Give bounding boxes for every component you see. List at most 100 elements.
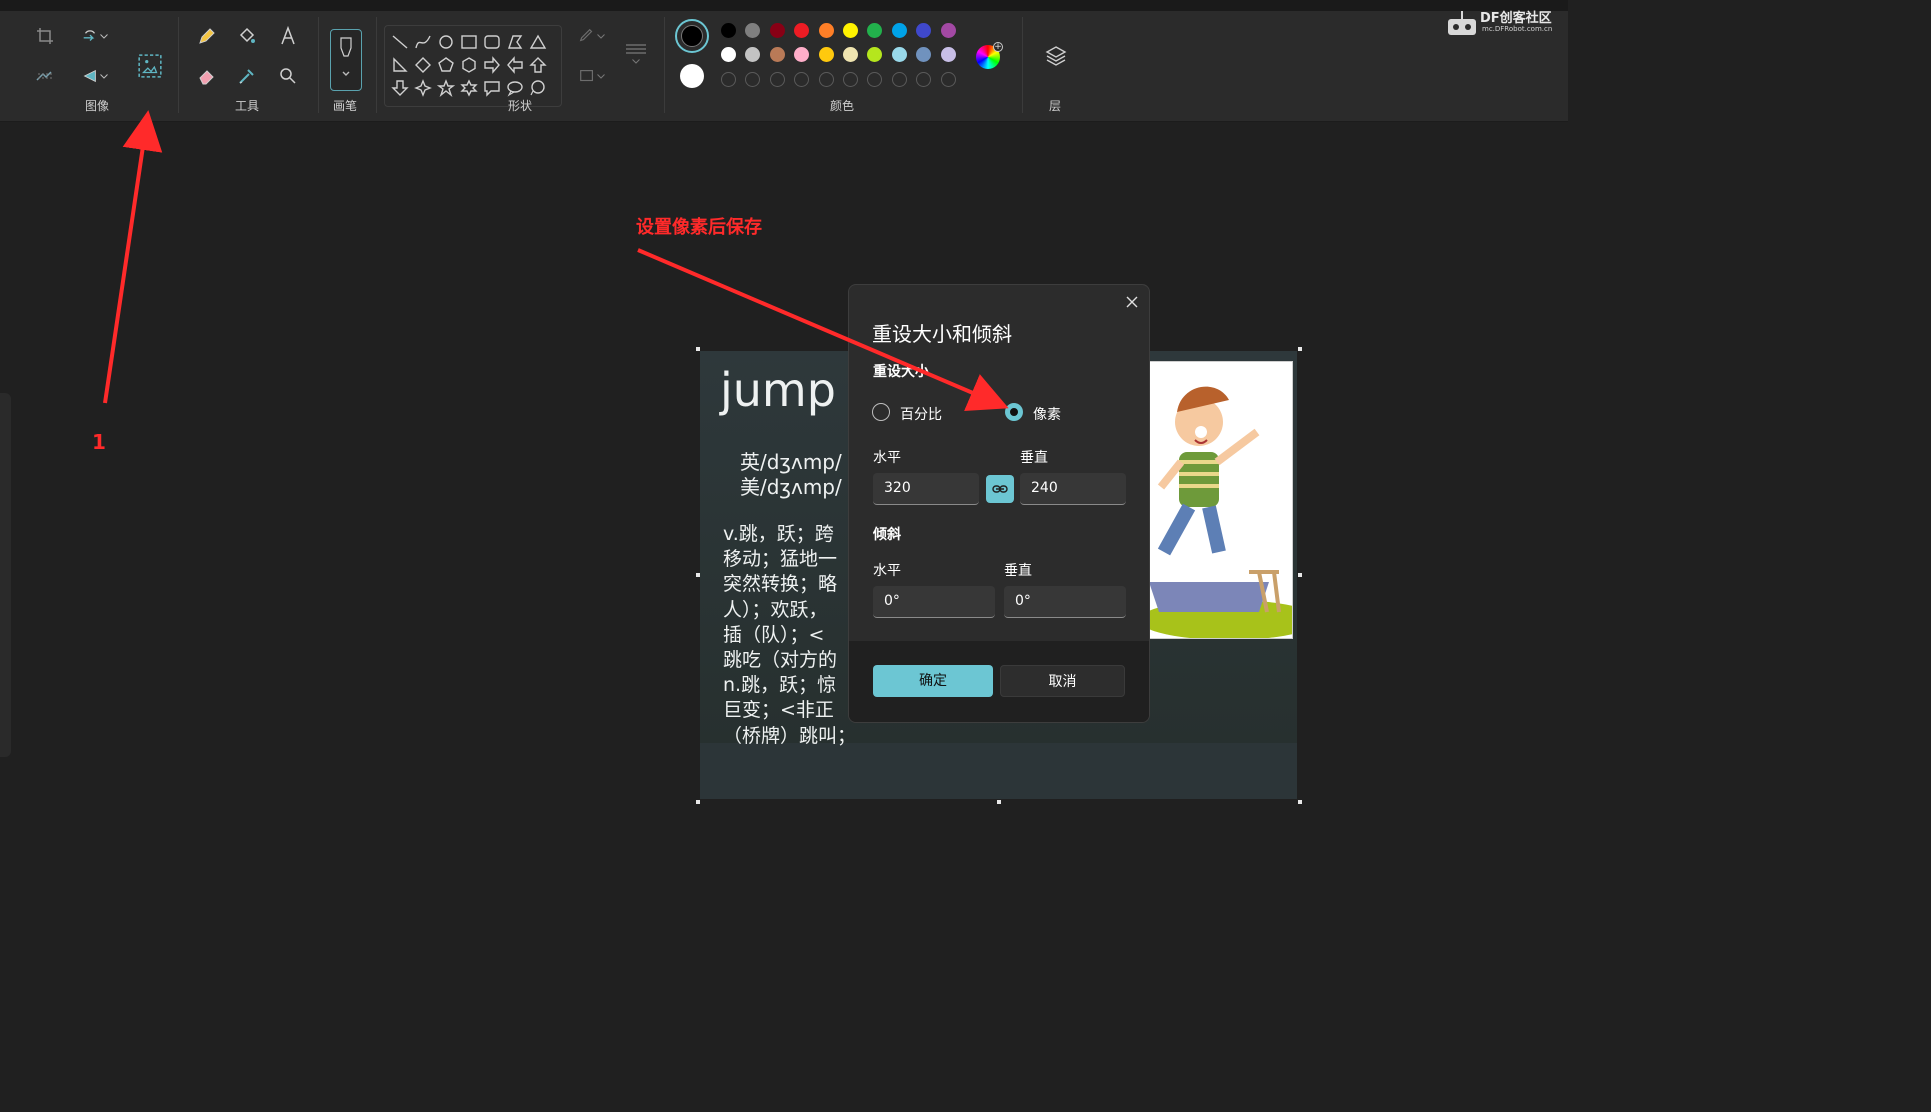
color-picker-icon[interactable] <box>236 65 258 87</box>
skew-horizontal-input[interactable]: 0° <box>873 586 995 618</box>
color-swatch[interactable] <box>818 23 834 38</box>
cloud-callout-shape-icon[interactable] <box>529 79 547 97</box>
pentagon-shape-icon[interactable] <box>437 56 455 74</box>
watermark-brand: DF创客社区 <box>1480 11 1552 26</box>
four-point-star-shape-icon[interactable] <box>414 79 432 97</box>
left-arrow-shape-icon[interactable] <box>506 56 524 74</box>
color-swatch[interactable] <box>721 47 736 62</box>
color-swatch[interactable] <box>843 47 858 62</box>
definition-line: 巨变；<非正 <box>723 699 834 722</box>
eraser-icon[interactable] <box>196 65 218 87</box>
oval-shape-icon[interactable] <box>437 33 455 51</box>
horizontal-label: 水平 <box>873 450 901 466</box>
empty-color-slot[interactable] <box>818 72 834 87</box>
right-triangle-shape-icon[interactable] <box>391 56 409 74</box>
separator <box>178 17 179 113</box>
fill-dropdown[interactable] <box>572 65 612 87</box>
secondary-color-swatch[interactable] <box>680 64 704 88</box>
width-input[interactable]: 320 <box>873 473 979 505</box>
color-swatch[interactable] <box>891 47 907 62</box>
empty-color-slot[interactable] <box>721 72 736 87</box>
color-swatch[interactable] <box>843 23 858 38</box>
color-swatch[interactable] <box>867 47 883 62</box>
pencil-icon[interactable] <box>196 25 218 47</box>
cancel-button[interactable]: 取消 <box>1000 665 1125 697</box>
flip-dropdown[interactable] <box>76 65 114 87</box>
resize-image-icon[interactable] <box>136 51 164 81</box>
window-top-strip <box>0 0 1568 11</box>
outline-dropdown[interactable] <box>572 25 612 47</box>
jumping-boy-illustration <box>1139 361 1297 640</box>
empty-color-slot[interactable] <box>916 72 932 87</box>
resize-handle[interactable] <box>997 800 1001 804</box>
percent-radio-option[interactable]: 百分比 <box>872 401 982 425</box>
empty-color-slot[interactable] <box>745 72 761 87</box>
ok-button[interactable]: 确定 <box>873 665 993 697</box>
layers-icon[interactable] <box>1043 43 1069 69</box>
rotate-dropdown[interactable] <box>76 25 114 47</box>
color-swatch[interactable] <box>818 47 834 62</box>
line-shape-icon[interactable] <box>391 33 409 51</box>
resize-handle[interactable] <box>1298 573 1302 577</box>
oval-callout-shape-icon[interactable] <box>506 79 524 97</box>
text-tool-icon[interactable] <box>277 25 299 47</box>
crop-icon[interactable] <box>34 25 56 47</box>
select-all-icon[interactable] <box>34 65 56 87</box>
color-swatch[interactable] <box>794 23 810 38</box>
chevron-down-icon <box>597 74 605 79</box>
rectangle-shape-icon[interactable] <box>460 33 478 51</box>
aspect-lock-button[interactable] <box>986 475 1014 503</box>
triangle-shape-icon[interactable] <box>529 33 547 51</box>
pixels-radio-option[interactable]: 像素 <box>1005 401 1115 425</box>
left-panel-edge[interactable] <box>0 393 11 757</box>
primary-color-swatch <box>681 25 703 47</box>
color-swatch[interactable] <box>940 47 956 62</box>
skew-vertical-input[interactable]: 0° <box>1004 586 1126 618</box>
right-arrow-shape-icon[interactable] <box>483 56 501 74</box>
fill-bucket-icon[interactable] <box>236 25 258 47</box>
color-swatch[interactable] <box>745 47 761 62</box>
resize-handle[interactable] <box>1298 800 1302 804</box>
empty-color-slot[interactable] <box>769 72 785 87</box>
percent-radio[interactable] <box>872 403 890 421</box>
pixels-radio-selected[interactable] <box>1005 403 1023 421</box>
definition-line: 突然转换；略 <box>723 573 838 596</box>
color-swatch[interactable] <box>916 47 932 62</box>
color-swatch[interactable] <box>794 47 810 62</box>
color-swatch[interactable] <box>745 23 761 38</box>
edit-colors-icon[interactable]: + <box>976 42 1003 69</box>
down-arrow-shape-icon[interactable] <box>391 79 409 97</box>
up-arrow-shape-icon[interactable] <box>529 56 547 74</box>
color-swatch[interactable] <box>891 23 907 38</box>
resize-handle[interactable] <box>1298 347 1302 351</box>
empty-color-slot[interactable] <box>940 72 956 87</box>
brush-icon <box>340 37 352 76</box>
color-swatch[interactable] <box>867 23 883 38</box>
empty-color-slot[interactable] <box>843 72 858 87</box>
empty-color-slot[interactable] <box>794 72 810 87</box>
color-swatch[interactable] <box>769 47 785 62</box>
primary-color-ring[interactable] <box>675 19 709 53</box>
color-swatch[interactable] <box>916 23 932 38</box>
empty-color-slot[interactable] <box>891 72 907 87</box>
color-swatch[interactable] <box>769 23 785 38</box>
color-swatch[interactable] <box>940 23 956 38</box>
hexagon-shape-icon[interactable] <box>460 56 478 74</box>
rounded-rectangle-shape-icon[interactable] <box>483 33 501 51</box>
diamond-shape-icon[interactable] <box>414 56 432 74</box>
close-icon[interactable] <box>1123 293 1141 311</box>
resize-handle[interactable] <box>696 347 700 351</box>
five-point-star-shape-icon[interactable] <box>436 79 456 98</box>
brush-selector[interactable] <box>330 29 362 91</box>
magnifier-icon[interactable] <box>277 65 299 87</box>
resize-handle[interactable] <box>696 573 700 577</box>
size-dropdown[interactable] <box>622 37 650 71</box>
six-point-star-shape-icon[interactable] <box>460 79 478 97</box>
empty-color-slot[interactable] <box>867 72 883 87</box>
height-input[interactable]: 240 <box>1020 473 1126 505</box>
polygon-shape-icon[interactable] <box>506 33 524 51</box>
rectangle-callout-shape-icon[interactable] <box>483 79 501 97</box>
resize-handle[interactable] <box>696 800 700 804</box>
color-swatch[interactable] <box>721 23 736 38</box>
curve-shape-icon[interactable] <box>414 33 432 51</box>
